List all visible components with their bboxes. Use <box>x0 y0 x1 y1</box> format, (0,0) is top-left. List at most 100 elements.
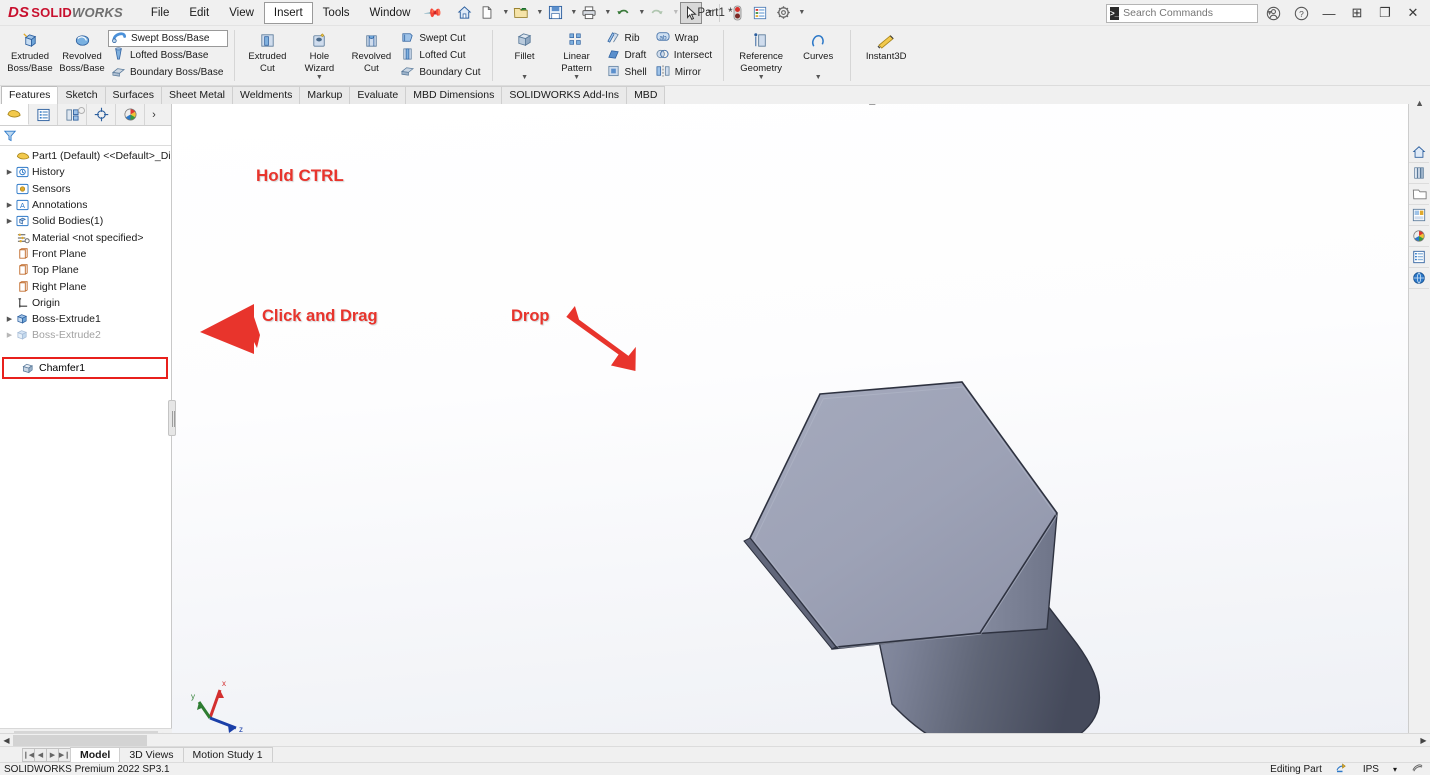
wrap-button[interactable]: ab Wrap <box>652 30 717 47</box>
tree-expander-history[interactable]: ▶ <box>4 168 15 176</box>
curves-button[interactable]: Curves ▼ <box>792 29 844 83</box>
view-orientation-icon[interactable] <box>750 104 771 107</box>
units-dropdown-caret[interactable]: ▾ <box>1393 765 1397 774</box>
scroll-left-arrow-icon[interactable]: ◀ <box>0 736 13 745</box>
scroll-thumb[interactable] <box>13 734 147 746</box>
swept-cut-button[interactable]: Swept Cut <box>397 30 485 47</box>
graphics-horizontal-scrollbar[interactable]: ◀ ▶ <box>0 733 1430 746</box>
zoom-to-area-icon[interactable] <box>684 104 705 107</box>
tab-surfaces[interactable]: Surfaces <box>104 86 162 104</box>
settings-gear-icon[interactable] <box>772 2 794 24</box>
hole-wizard-button[interactable]: Hole Wizard ▼ <box>293 29 345 83</box>
chevron-up-icon[interactable]: ▲ <box>1415 98 1424 108</box>
feature-tree-filter-bar[interactable] <box>0 126 171 146</box>
tree-item-material[interactable]: Material <not specified> <box>0 229 171 245</box>
instant3d-button[interactable]: Instant3D <box>857 29 915 64</box>
revolved-boss-base-button[interactable]: Revolved Boss/Base <box>56 29 108 75</box>
close-button[interactable]: ✕ <box>1400 1 1426 25</box>
search-commands-box[interactable]: >_ ▼ <box>1106 3 1273 23</box>
appearances-scenes-icon[interactable] <box>1409 226 1429 247</box>
save-dropdown-caret[interactable]: ▼ <box>567 9 577 16</box>
panel-splitter-handle[interactable] <box>168 400 176 436</box>
tab-mbd[interactable]: MBD <box>626 86 666 104</box>
new-document-icon[interactable] <box>476 2 498 24</box>
file-explorer-icon[interactable] <box>1409 184 1429 205</box>
tolerance-icon[interactable] <box>1411 762 1424 775</box>
tab-sheet-metal[interactable]: Sheet Metal <box>160 86 234 104</box>
hex-bolt-model[interactable] <box>172 104 1430 742</box>
dimxpert-manager-tab[interactable] <box>87 104 116 125</box>
rib-button[interactable]: Rib <box>603 30 652 47</box>
tree-item-right-plane[interactable]: Right Plane <box>0 278 171 294</box>
tree-item-sensors[interactable]: Sensors <box>0 181 171 197</box>
menu-file[interactable]: File <box>141 2 180 24</box>
bottom-tab-3d-views[interactable]: 3D Views <box>119 747 184 762</box>
user-account-icon[interactable] <box>1260 1 1286 25</box>
linear-pattern-button[interactable]: Linear Pattern ▼ <box>551 29 603 83</box>
save-icon[interactable] <box>544 2 566 24</box>
mirror-button[interactable]: Mirror <box>652 64 717 81</box>
tab-solidworks-add-ins[interactable]: SOLIDWORKS Add-Ins <box>501 86 628 104</box>
menu-view[interactable]: View <box>219 2 264 24</box>
draft-button[interactable]: Draft <box>603 47 652 64</box>
restore-button[interactable]: ❐ <box>1372 1 1398 25</box>
hide-show-items-icon[interactable] <box>804 104 825 107</box>
tab-sketch[interactable]: Sketch <box>57 86 106 104</box>
graphics-viewport[interactable]: ▼ ▼ ▼ ▼ ◱ ◲ — ❐ ✕ <box>172 104 1430 742</box>
menu-edit[interactable]: Edit <box>179 2 219 24</box>
tree-item-top-plane[interactable]: Top Plane <box>0 262 171 278</box>
print-dropdown-caret[interactable]: ▼ <box>601 9 611 16</box>
new-document-dropdown-caret[interactable]: ▼ <box>499 9 509 16</box>
reference-geometry-button[interactable]: Reference Geometry ▼ <box>730 29 792 83</box>
fillet-dropdown-caret[interactable]: ▼ <box>521 74 528 82</box>
tree-item-boss-extrude2[interactable]: ▶ Boss-Extrude2 <box>0 327 171 343</box>
scroll-right-arrow-icon[interactable]: ▶ <box>1417 736 1430 745</box>
boundary-cut-button[interactable]: Boundary Cut <box>397 64 485 81</box>
custom-properties-icon[interactable] <box>1409 247 1429 268</box>
menu-insert[interactable]: Insert <box>263 1 313 24</box>
zoom-to-fit-icon[interactable] <box>662 104 683 107</box>
redo-icon[interactable] <box>646 2 668 24</box>
minimize-button[interactable]: — <box>1316 1 1342 25</box>
help-question-icon[interactable]: ? <box>1288 1 1314 25</box>
tree-item-origin[interactable]: Origin <box>0 295 171 311</box>
solidworks-resources-icon[interactable] <box>1409 142 1429 163</box>
extruded-boss-base-button[interactable]: Extruded Boss/Base <box>4 29 56 75</box>
menu-window[interactable]: Window <box>360 2 421 24</box>
tree-item-part1[interactable]: Part1 (Default) <<Default>_Display Sta <box>0 148 171 164</box>
home-icon[interactable] <box>453 2 475 24</box>
rebuild-icon[interactable] <box>726 2 748 24</box>
undo-icon[interactable] <box>612 2 634 24</box>
settings-dropdown-caret[interactable]: ▼ <box>795 9 805 16</box>
select-cursor-icon[interactable] <box>680 1 703 24</box>
tree-expander-boss-extrude2[interactable]: ▶ <box>4 331 15 339</box>
scroll-track[interactable] <box>13 734 1417 746</box>
configuration-manager-tab[interactable] <box>58 104 87 125</box>
extruded-cut-button[interactable]: Extruded Cut <box>241 29 293 75</box>
intersect-button[interactable]: Intersect <box>652 47 717 64</box>
search-input[interactable] <box>1123 7 1259 19</box>
lofted-boss-base-button[interactable]: Lofted Boss/Base <box>108 47 228 64</box>
select-dropdown-caret[interactable]: ▼ <box>703 9 713 16</box>
tree-item-annotations[interactable]: ▶ A Annotations <box>0 197 171 213</box>
shell-button[interactable]: Shell <box>603 64 652 81</box>
fillet-button[interactable]: Fillet ▼ <box>499 29 551 83</box>
previous-view-icon[interactable] <box>706 104 727 107</box>
hole-wizard-dropdown-caret[interactable]: ▼ <box>316 74 323 82</box>
viewport-icon[interactable] <box>890 104 911 107</box>
tree-expander-solid-bodies[interactable]: ▶ <box>4 217 15 225</box>
bottom-tab-model[interactable]: Model <box>70 747 121 762</box>
tab-weldments[interactable]: Weldments <box>232 86 301 104</box>
options-table-icon[interactable] <box>749 2 771 24</box>
tab-features[interactable]: Features <box>1 86 59 104</box>
feature-tree-tab[interactable] <box>0 104 29 125</box>
tree-item-boss-extrude1[interactable]: ▶ Boss-Extrude1 <box>0 311 171 327</box>
linear-pattern-dropdown-caret[interactable]: ▼ <box>573 74 580 82</box>
swept-boss-base-button[interactable]: Swept Boss/Base <box>108 30 229 47</box>
lofted-cut-button[interactable]: Lofted Cut <box>397 47 485 64</box>
chevron-right-icon[interactable]: › <box>145 109 163 121</box>
undo-dropdown-caret[interactable]: ▼ <box>635 9 645 16</box>
apply-scene-icon[interactable] <box>858 104 879 107</box>
section-view-icon[interactable] <box>728 104 749 107</box>
print-icon[interactable] <box>578 2 600 24</box>
